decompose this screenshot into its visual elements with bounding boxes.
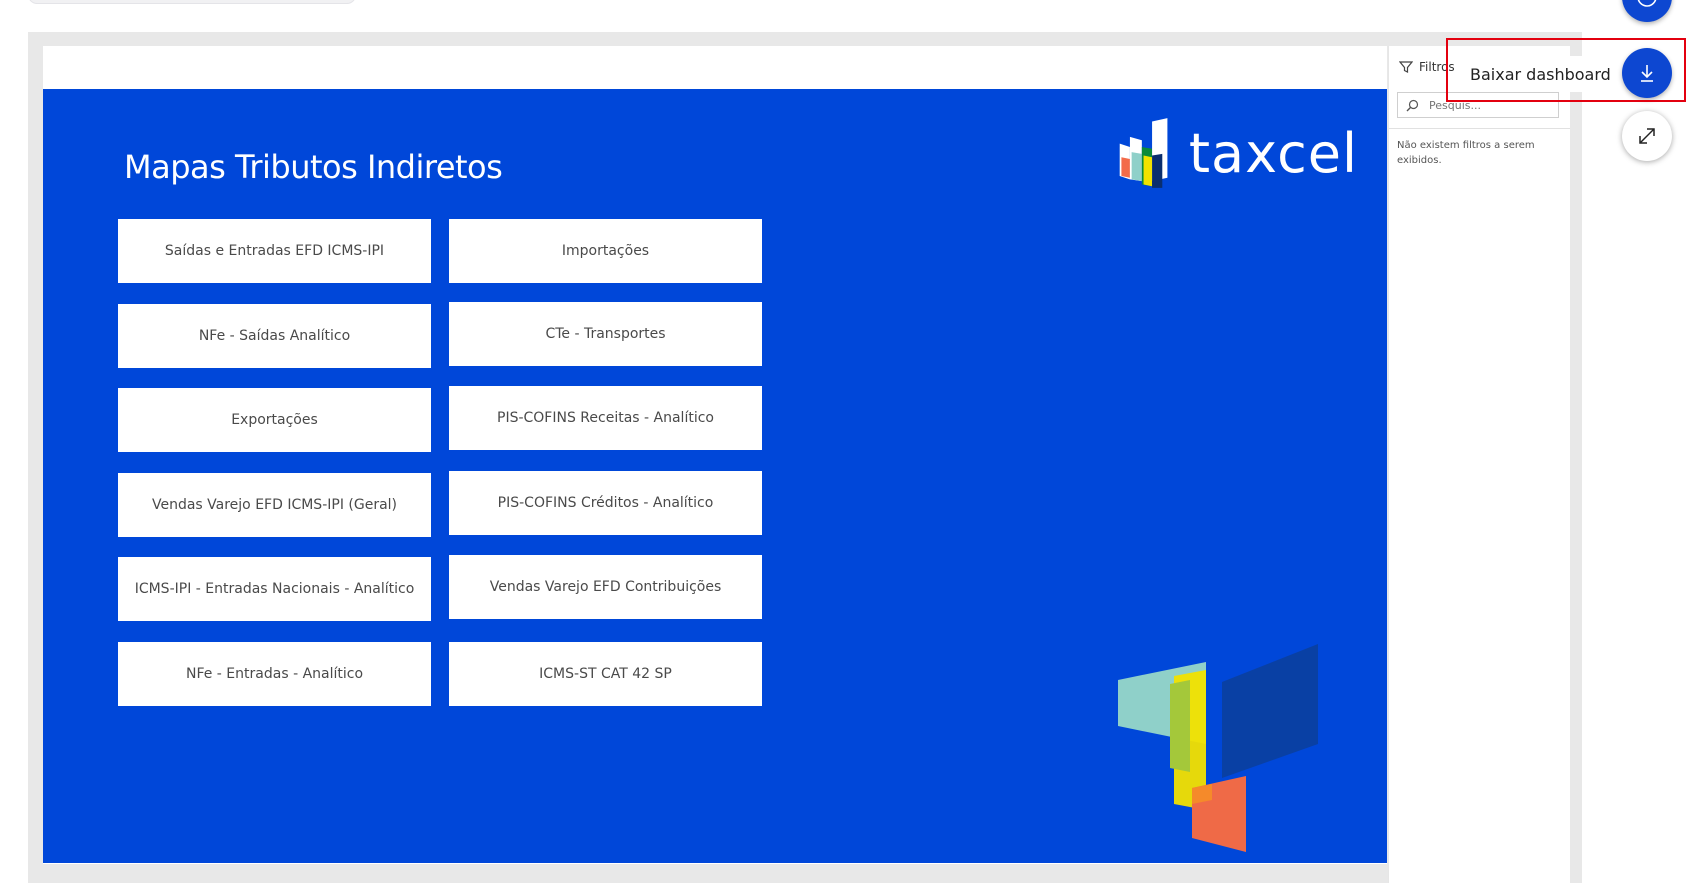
nav-button-icms-st-cat42[interactable]: ICMS-ST CAT 42 SP (449, 642, 762, 706)
taxcel-logo-icon (1119, 118, 1168, 188)
report-title: Mapas Tributos Indiretos (124, 148, 503, 186)
filter-pane: Filtros Não existem filtros a serem exib… (1388, 46, 1570, 883)
refresh-icon (1637, 0, 1657, 7)
download-highlight-box (1446, 38, 1686, 102)
taxcel-logo: taxcel (1118, 112, 1358, 194)
nav-button-saidas-entradas-efd[interactable]: Saídas e Entradas EFD ICMS-IPI (118, 219, 431, 283)
fullscreen-button[interactable] (1622, 111, 1672, 161)
nav-button-cte-transportes[interactable]: CTe - Transportes (449, 302, 762, 366)
top-toolbar-pill (28, 0, 356, 4)
nav-button-nfe-saidas[interactable]: NFe - Saídas Analítico (118, 304, 431, 368)
nav-button-vendas-varejo-contribuicoes[interactable]: Vendas Varejo EFD Contribuições (449, 555, 762, 619)
taxcel-logo-text: taxcel (1188, 121, 1358, 185)
nav-button-vendas-varejo-icms[interactable]: Vendas Varejo EFD ICMS-IPI (Geral) (118, 473, 431, 537)
filter-funnel-icon (1399, 61, 1413, 73)
nav-button-importacoes[interactable]: Importações (449, 219, 762, 283)
nav-button-exportacoes[interactable]: Exportações (118, 388, 431, 452)
decorative-shapes (1118, 644, 1318, 852)
nav-button-nfe-entradas[interactable]: NFe - Entradas - Analítico (118, 642, 431, 706)
nav-button-pis-cofins-receitas[interactable]: PIS-COFINS Receitas - Analítico (449, 386, 762, 450)
nav-button-pis-cofins-creditos[interactable]: PIS-COFINS Créditos - Analítico (449, 471, 762, 535)
nav-button-icms-ipi-entradas[interactable]: ICMS-IPI - Entradas Nacionais - Analític… (118, 557, 431, 621)
filter-divider (1389, 128, 1570, 129)
expand-icon (1639, 128, 1655, 144)
filter-empty-message: Não existem filtros a serem exibidos. (1397, 140, 1535, 166)
search-icon (1406, 99, 1419, 111)
